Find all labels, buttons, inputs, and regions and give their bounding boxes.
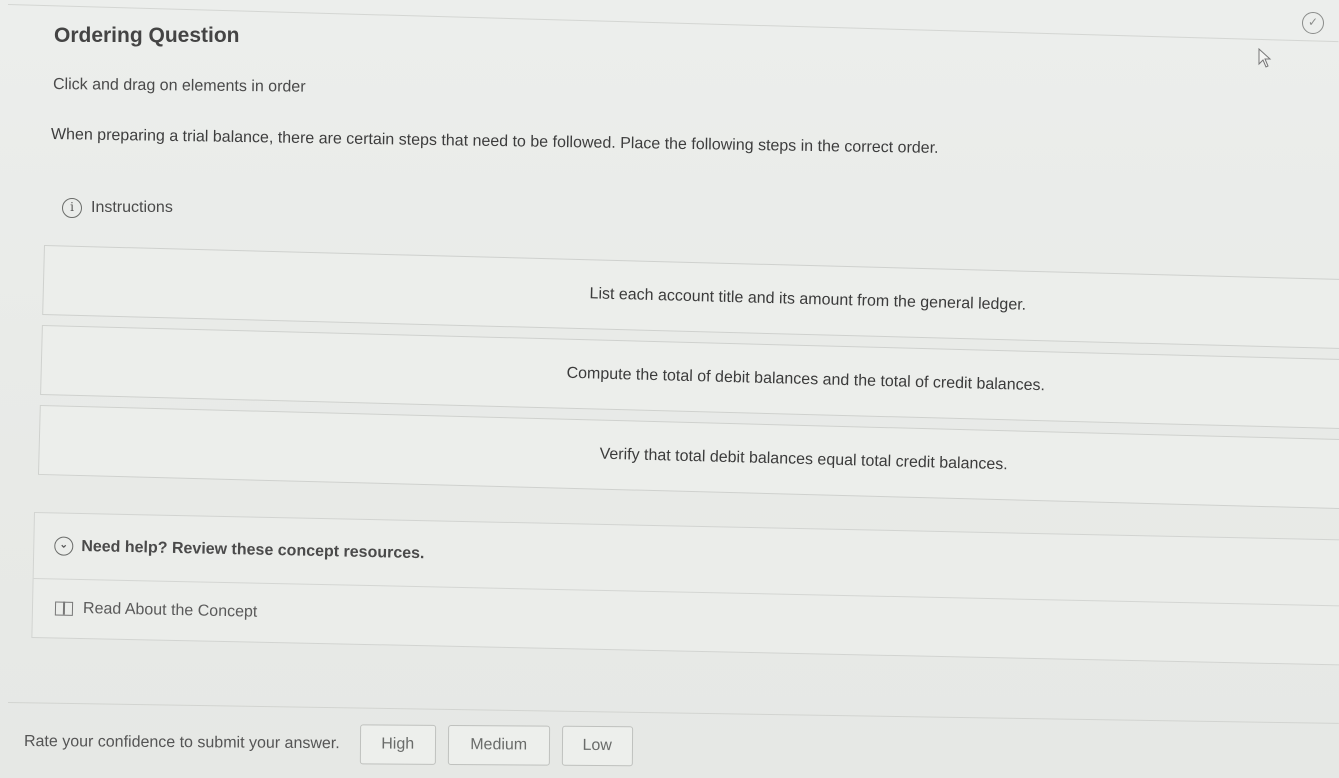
info-icon: i <box>62 198 82 218</box>
read-concept-label: Read About the Concept <box>82 600 258 621</box>
instructions-label: Instructions <box>91 199 173 216</box>
ordering-item-text: Compute the total of debit balances and … <box>566 364 1046 395</box>
confidence-high-button[interactable]: High <box>359 724 436 765</box>
prompt-text: Click and drag on elements in order <box>52 76 306 96</box>
page-title: Ordering Question <box>54 24 240 47</box>
cursor-icon <box>1258 48 1272 68</box>
question-page: ✓ Ordering Question Click and drag on el… <box>0 0 1339 778</box>
instructions-toggle[interactable]: i Instructions <box>62 198 173 218</box>
confidence-medium-button[interactable]: Medium <box>447 724 550 766</box>
concept-resources-heading: Need help? Review these concept resource… <box>81 537 425 562</box>
question-text: When preparing a trial balance, there ar… <box>50 126 939 157</box>
confidence-label: Rate your confidence to submit your answ… <box>23 733 340 753</box>
ordering-list: List each account title and its amount f… <box>37 245 1339 519</box>
check-circle-icon[interactable]: ✓ <box>1302 12 1324 34</box>
confidence-divider <box>7 702 1339 724</box>
confidence-low-button[interactable]: Low <box>561 725 633 767</box>
confidence-bar: Rate your confidence to submit your answ… <box>23 722 633 767</box>
chevron-down-icon: ⌄ <box>54 536 74 556</box>
ordering-item-text: Verify that total debit balances equal t… <box>599 445 1008 474</box>
book-icon <box>54 601 74 616</box>
ordering-item-text: List each account title and its amount f… <box>589 285 1027 314</box>
concept-resources-panel: ⌄ Need help? Review these concept resour… <box>31 512 1339 666</box>
